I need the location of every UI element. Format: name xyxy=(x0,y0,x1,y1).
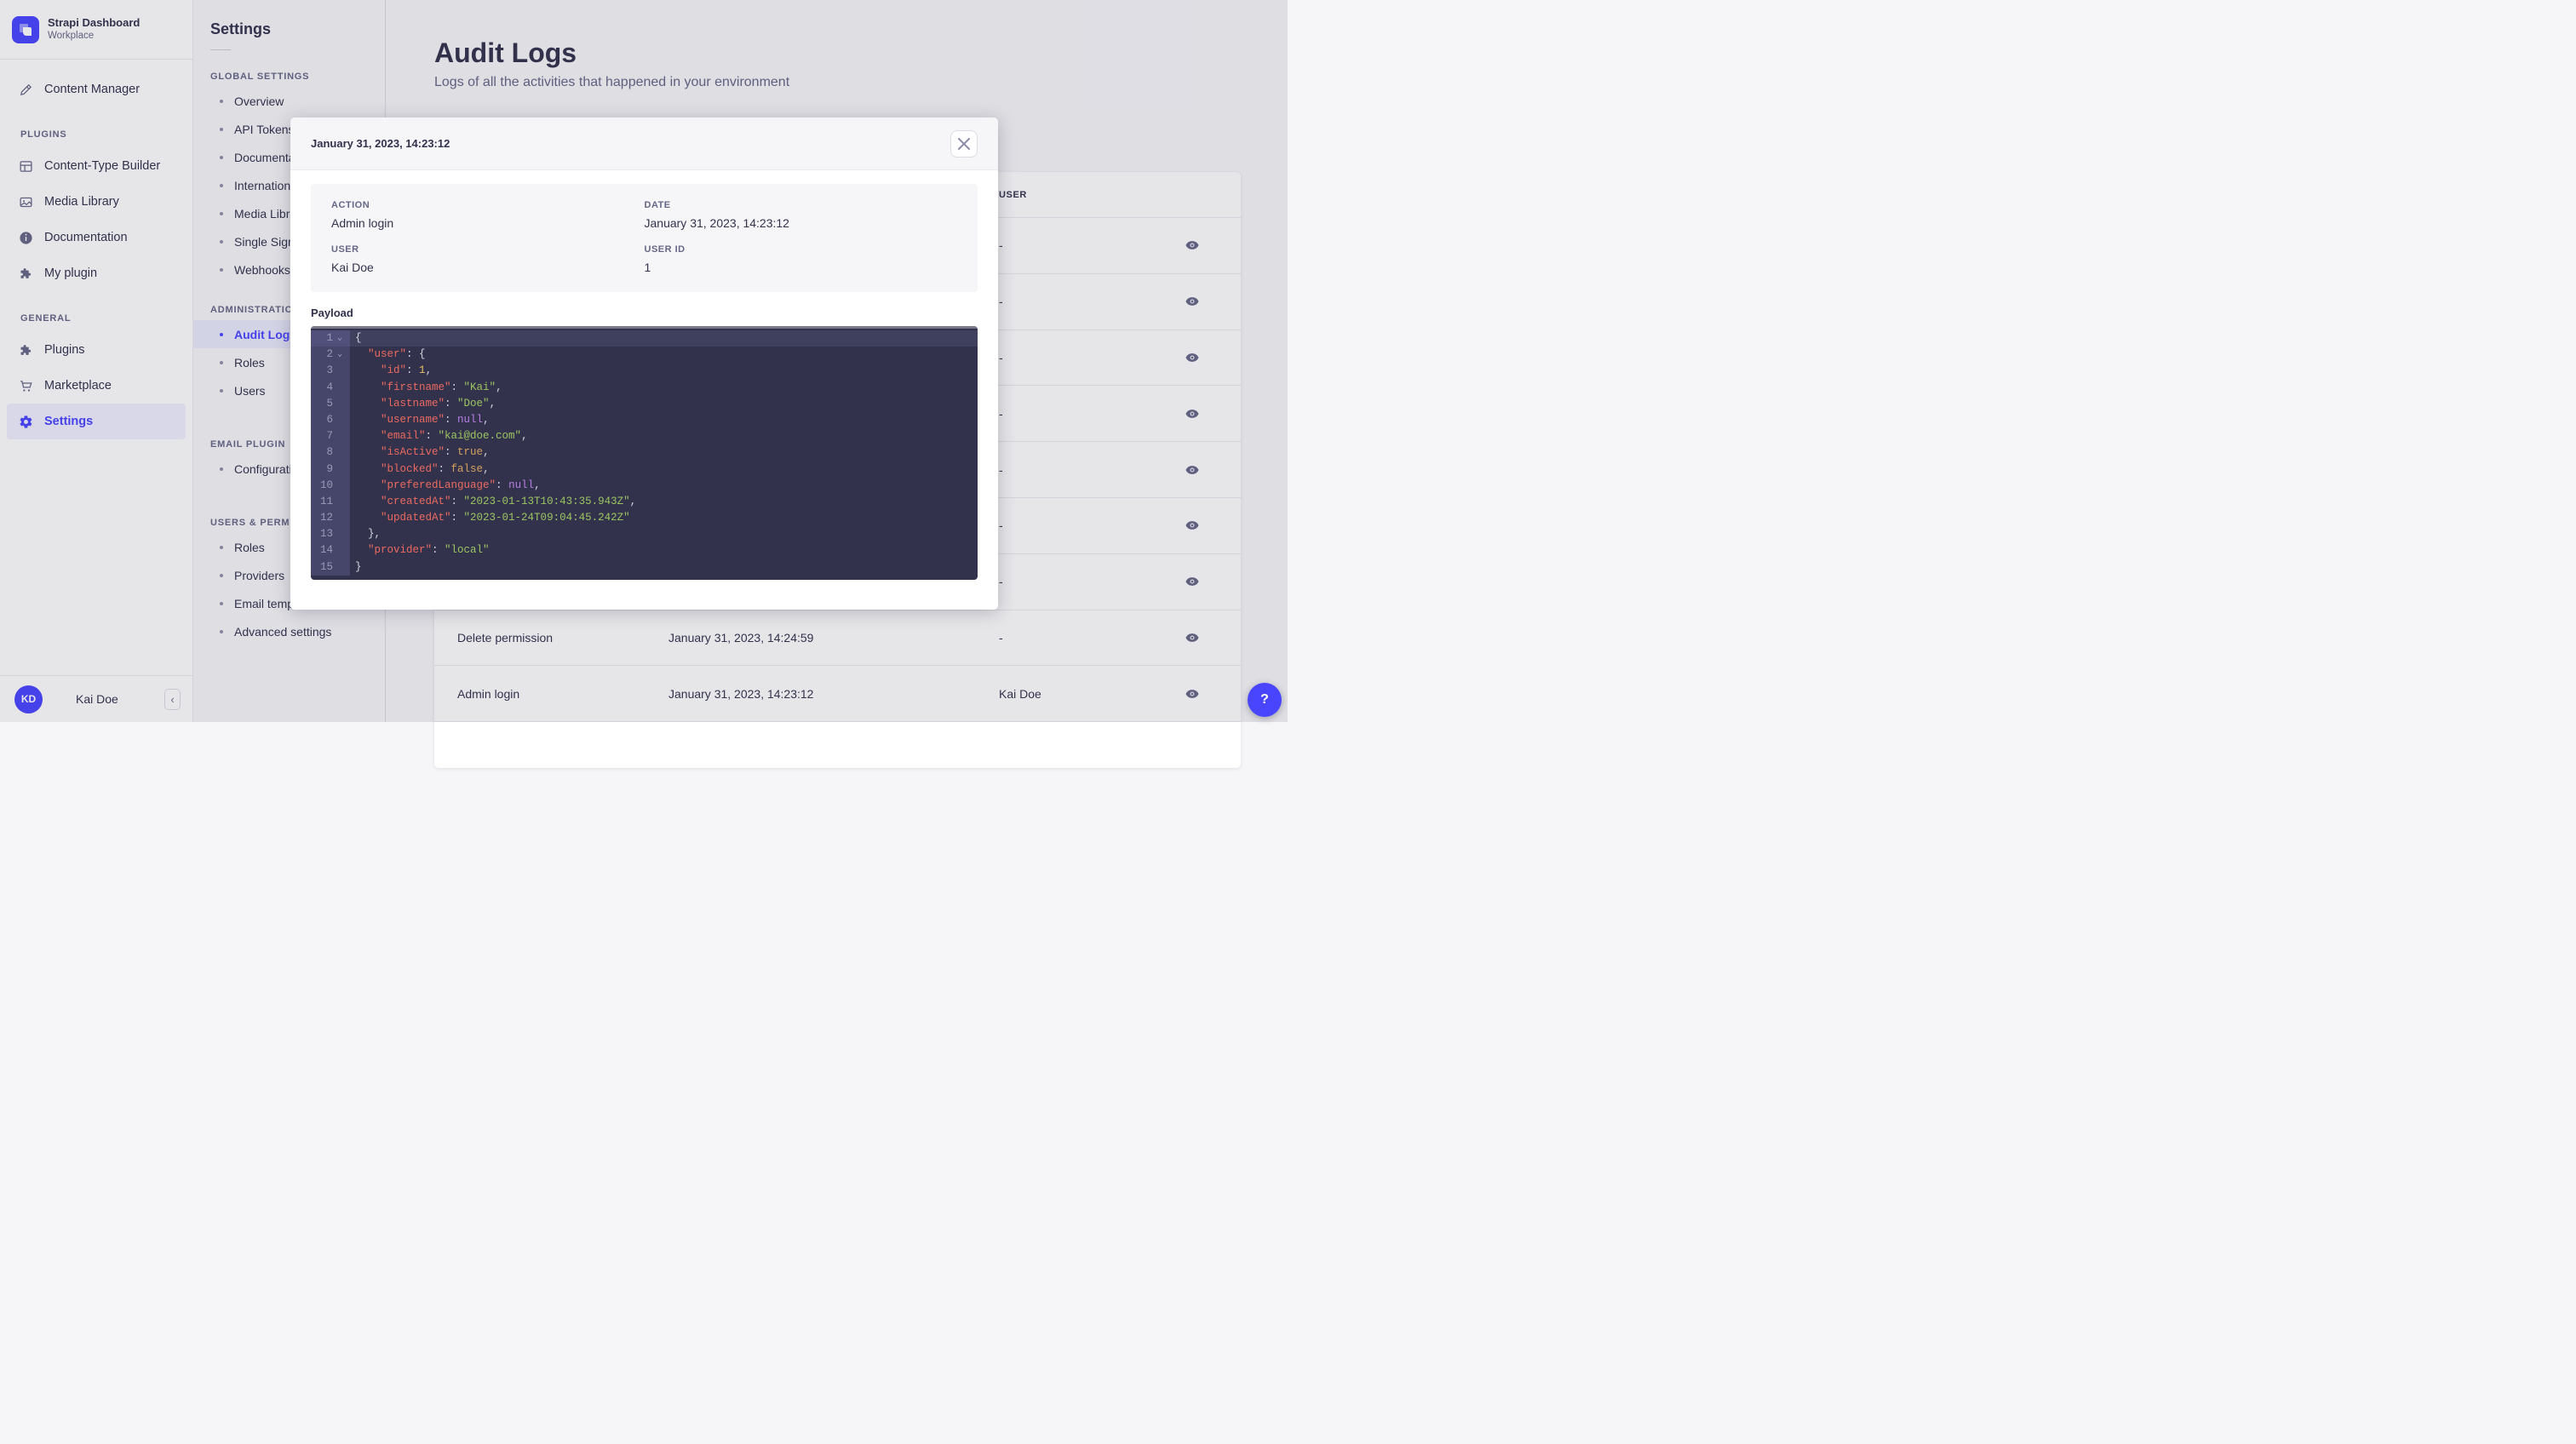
code-text: "isActive": true, xyxy=(350,444,978,461)
line-number-gutter: 7 xyxy=(311,428,350,444)
detail-value: Kai Doe xyxy=(331,261,645,274)
code-text: { xyxy=(350,330,978,347)
detail-field-date: DATE January 31, 2023, 14:23:12 xyxy=(645,200,958,230)
code-text: "firstname": "Kai", xyxy=(350,380,978,396)
code-text: "provider": "local" xyxy=(350,542,978,559)
payload-label: Payload xyxy=(311,307,978,319)
line-number-gutter: 15 xyxy=(311,559,350,576)
detail-value: Admin login xyxy=(331,216,645,230)
divider xyxy=(311,326,978,329)
code-line: 2⌄ "user": { xyxy=(311,347,978,363)
code-line: 4 "firstname": "Kai", xyxy=(311,380,978,396)
line-number-gutter: 11 xyxy=(311,494,350,510)
audit-log-detail-modal: January 31, 2023, 14:23:12 ACTION Admin l… xyxy=(290,117,998,610)
help-icon: ? xyxy=(1260,692,1269,707)
line-number-gutter: 12 xyxy=(311,510,350,526)
code-text: } xyxy=(350,559,978,576)
detail-label: USER ID xyxy=(645,244,958,255)
close-icon xyxy=(958,138,970,150)
modal-title: January 31, 2023, 14:23:12 xyxy=(311,137,450,150)
code-text: "createdAt": "2023-01-13T10:43:35.943Z", xyxy=(350,494,978,510)
chevron-down-icon[interactable]: ⌄ xyxy=(333,330,347,347)
code-line: 8 "isActive": true, xyxy=(311,444,978,461)
detail-field-user: USER Kai Doe xyxy=(331,244,645,274)
detail-value: January 31, 2023, 14:23:12 xyxy=(645,216,958,230)
close-button[interactable] xyxy=(950,130,978,158)
code-text: "user": { xyxy=(350,347,978,363)
code-text: "preferedLanguage": null, xyxy=(350,478,978,494)
code-text: "updatedAt": "2023-01-24T09:04:45.242Z" xyxy=(350,510,978,526)
log-detail-card: ACTION Admin loginDATE January 31, 2023, 1… xyxy=(311,184,978,292)
code-line: 12 "updatedAt": "2023-01-24T09:04:45.242… xyxy=(311,510,978,526)
line-number-gutter: 1⌄ xyxy=(311,330,350,347)
detail-field-user-id: USER ID 1 xyxy=(645,244,958,274)
code-line: 9 "blocked": false, xyxy=(311,461,978,478)
line-number-gutter: 6 xyxy=(311,412,350,428)
code-text: "username": null, xyxy=(350,412,978,428)
code-text: "id": 1, xyxy=(350,363,978,379)
line-number-gutter: 13 xyxy=(311,526,350,542)
line-number-gutter: 14 xyxy=(311,542,350,559)
line-number-gutter: 9 xyxy=(311,461,350,478)
line-number-gutter: 5 xyxy=(311,396,350,412)
payload-code-editor[interactable]: 1⌄{2⌄ "user": {3 "id": 1,4 "firstname": … xyxy=(311,326,978,580)
code-text: "email": "kai@doe.com", xyxy=(350,428,978,444)
code-text: }, xyxy=(350,526,978,542)
code-text: "lastname": "Doe", xyxy=(350,396,978,412)
help-button[interactable]: ? xyxy=(1248,683,1282,717)
code-line: 5 "lastname": "Doe", xyxy=(311,396,978,412)
code-line: 14 "provider": "local" xyxy=(311,542,978,559)
code-line: 7 "email": "kai@doe.com", xyxy=(311,428,978,444)
detail-label: USER xyxy=(331,244,645,255)
line-number-gutter: 8 xyxy=(311,444,350,461)
detail-label: ACTION xyxy=(331,200,645,210)
detail-label: DATE xyxy=(645,200,958,210)
code-line: 1⌄{ xyxy=(311,330,978,347)
code-line: 13 }, xyxy=(311,526,978,542)
modal-header: January 31, 2023, 14:23:12 xyxy=(290,117,998,170)
code-line: 10 "preferedLanguage": null, xyxy=(311,478,978,494)
code-line: 15} xyxy=(311,559,978,576)
line-number-gutter: 10 xyxy=(311,478,350,494)
code-text: "blocked": false, xyxy=(350,461,978,478)
code-line: 6 "username": null, xyxy=(311,412,978,428)
code-line: 3 "id": 1, xyxy=(311,363,978,379)
detail-value: 1 xyxy=(645,261,958,274)
detail-field-action: ACTION Admin login xyxy=(331,200,645,230)
code-line: 11 "createdAt": "2023-01-13T10:43:35.943… xyxy=(311,494,978,510)
line-number-gutter: 3 xyxy=(311,363,350,379)
line-number-gutter: 2⌄ xyxy=(311,347,350,363)
line-number-gutter: 4 xyxy=(311,380,350,396)
chevron-down-icon[interactable]: ⌄ xyxy=(333,347,347,363)
